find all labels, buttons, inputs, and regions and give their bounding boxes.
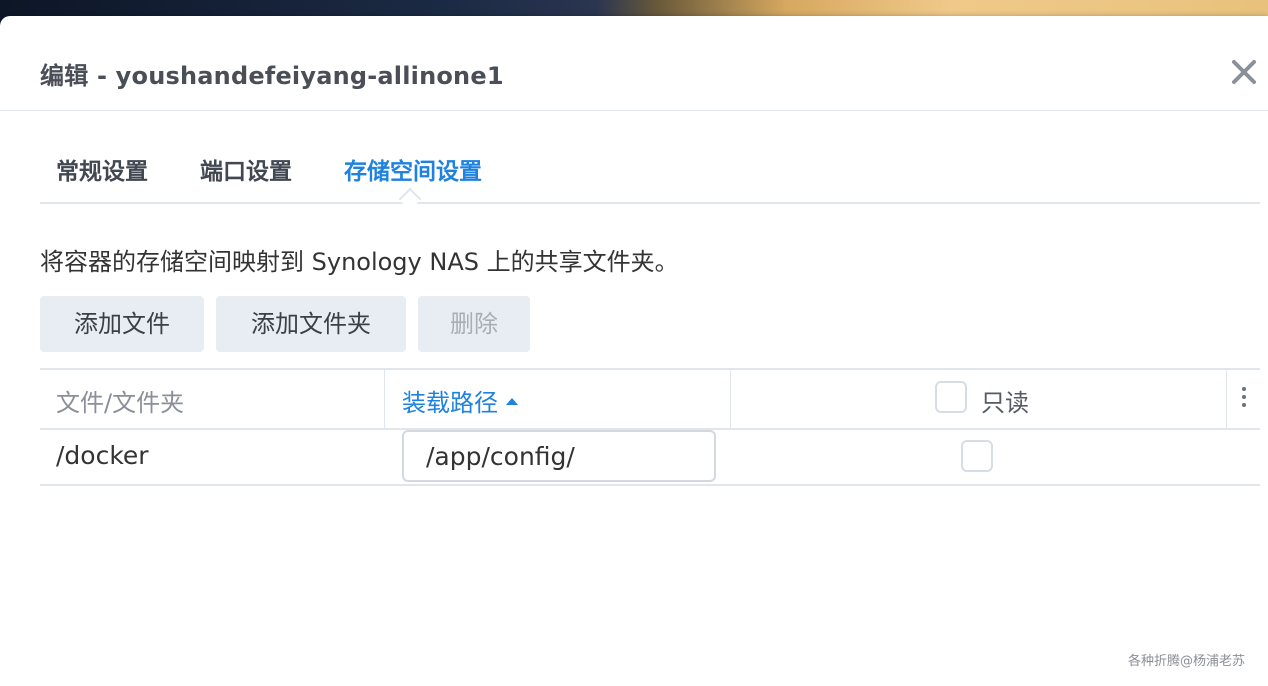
row-readonly-checkbox[interactable] <box>961 440 993 472</box>
tab-port-settings[interactable]: 端口设置 <box>200 152 292 186</box>
watermark-text: 各种折腾@杨浦老苏 <box>1128 654 1246 669</box>
storage-description: 将容器的存储空间映射到 Synology NAS 上的共享文件夹。 <box>40 248 679 276</box>
dialog-titlebar: 编辑 - youshandefeiyang-allinone1 <box>0 16 1268 111</box>
add-folder-button[interactable]: 添加文件夹 <box>216 296 406 352</box>
column-header-file-folder[interactable]: 文件/文件夹 <box>56 383 184 418</box>
close-icon[interactable] <box>1228 56 1260 88</box>
readonly-select-all-checkbox[interactable] <box>935 381 967 413</box>
column-header-readonly[interactable]: 只读 <box>981 383 1029 418</box>
active-tab-indicator <box>398 187 422 211</box>
column-header-mount-path[interactable]: 装载路径 <box>402 383 518 418</box>
table-row[interactable]: /docker <box>40 428 1260 486</box>
mount-path-input[interactable] <box>402 430 716 482</box>
vertical-dots-icon[interactable] <box>1238 387 1250 411</box>
add-file-button[interactable]: 添加文件 <box>40 296 204 352</box>
column-divider[interactable] <box>384 370 385 428</box>
row-file-folder: /docker <box>56 441 149 470</box>
tab-general-settings[interactable]: 常规设置 <box>56 152 148 186</box>
tab-bar: 常规设置 端口设置 存储空间设置 <box>40 142 1260 211</box>
delete-button[interactable]: 删除 <box>418 296 530 352</box>
column-divider[interactable] <box>730 370 731 428</box>
column-divider[interactable] <box>1226 370 1227 428</box>
dialog-title: 编辑 - youshandefeiyang-allinone1 <box>40 62 504 90</box>
column-header-mount-path-label: 装载路径 <box>402 389 498 417</box>
tab-storage-settings[interactable]: 存储空间设置 <box>344 152 482 186</box>
edit-container-dialog: 编辑 - youshandefeiyang-allinone1 常规设置 端口设… <box>0 16 1268 686</box>
table-header: 文件/文件夹 装载路径 只读 <box>40 368 1260 430</box>
sort-ascending-icon <box>506 397 518 405</box>
